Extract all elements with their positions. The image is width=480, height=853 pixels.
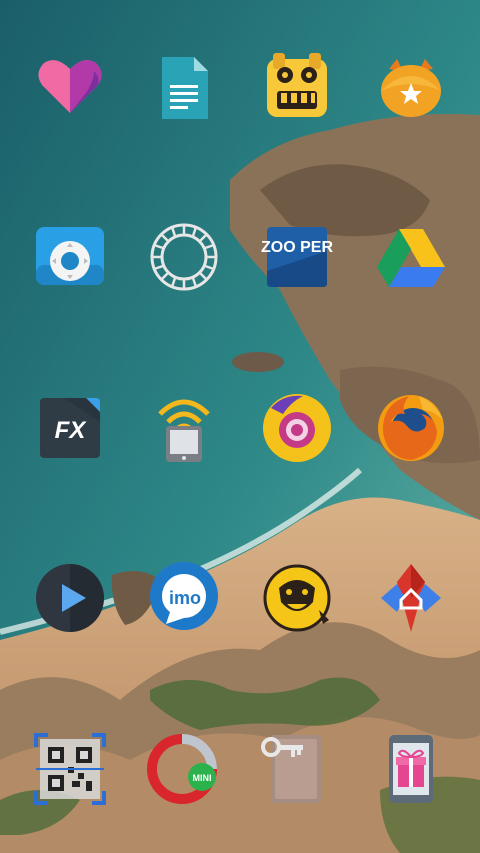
zooper-label-top: ZOO PER (261, 239, 333, 256)
video-player-icon[interactable] (34, 562, 106, 634)
gorilla-app-icon[interactable] (261, 562, 333, 634)
imo-messenger-icon[interactable]: imo (148, 562, 220, 634)
google-drive-icon[interactable] (375, 221, 447, 293)
imo-label: imo (169, 588, 201, 608)
firefox-icon[interactable] (375, 392, 447, 464)
mi-bunny-icon[interactable] (375, 51, 447, 123)
google-docs-icon[interactable] (148, 51, 220, 123)
camera-lens-icon[interactable] (261, 392, 333, 464)
nova-launcher-icon[interactable] (375, 562, 447, 634)
opera-mini-label: MINI (193, 773, 212, 783)
fx-label: FX (55, 417, 88, 444)
temple-run-icon[interactable] (261, 51, 333, 123)
fx-file-explorer-icon[interactable]: FX (34, 392, 106, 464)
key-door-icon[interactable] (261, 733, 333, 805)
vsco-icon[interactable] (148, 221, 220, 293)
qr-scanner-icon[interactable] (34, 733, 106, 805)
opera-mini-icon[interactable]: MINI (147, 733, 220, 805)
gift-phone-icon[interactable] (375, 733, 447, 805)
wifi-phone-icon[interactable] (148, 392, 220, 464)
heart-app-icon[interactable] (34, 51, 106, 123)
remote-control-icon[interactable] (34, 221, 106, 293)
zooper-widget-icon[interactable]: ZOO PER (261, 221, 333, 293)
